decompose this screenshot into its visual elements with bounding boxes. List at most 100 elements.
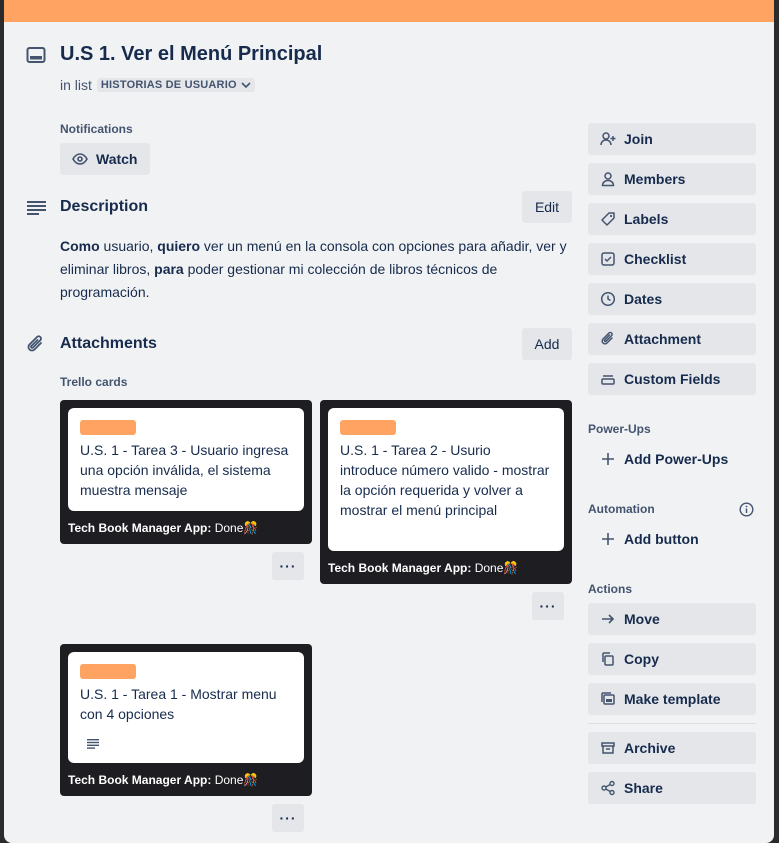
card-front: U.S. 1 - Tarea 3 - Usuario ingresa una o… bbox=[68, 408, 304, 511]
confetti-icon: 🎊 bbox=[243, 773, 259, 787]
add-member-icon bbox=[600, 131, 616, 147]
add-powerups-label: Add Power-Ups bbox=[624, 451, 729, 467]
more-options-button[interactable]: ··· bbox=[272, 552, 304, 580]
actions-label: Actions bbox=[588, 582, 633, 596]
checklist-label: Checklist bbox=[624, 251, 687, 267]
in-list-prefix: in list bbox=[60, 77, 92, 93]
desc-text-1: usuario, bbox=[99, 238, 158, 254]
custom-fields-icon bbox=[600, 371, 616, 387]
custom-fields-label: Custom Fields bbox=[624, 371, 721, 387]
copy-icon bbox=[600, 651, 616, 667]
archive-button[interactable]: Archive bbox=[588, 732, 756, 764]
add-button-label: Add button bbox=[624, 531, 699, 547]
attached-card-2[interactable]: U.S. 1 - Tarea 2 - Usurio introduce núme… bbox=[320, 400, 572, 584]
add-powerups-button[interactable]: Add Power-Ups bbox=[588, 443, 756, 475]
add-attachment-button[interactable]: Add bbox=[522, 328, 572, 360]
members-button[interactable]: Members bbox=[588, 163, 756, 195]
board-name: Tech Book Manager App: bbox=[328, 561, 472, 575]
desc-word-2: quiero bbox=[157, 238, 201, 254]
join-label: Join bbox=[624, 131, 653, 147]
archive-icon bbox=[600, 740, 616, 756]
description-indicator-icon bbox=[87, 739, 99, 749]
list-name-dropdown[interactable]: HISTORIAS DE USUARIO bbox=[96, 78, 255, 92]
attached-card-title: U.S. 1 - Tarea 2 - Usurio introduce núme… bbox=[340, 442, 550, 518]
list-status: Done bbox=[214, 773, 244, 787]
attachment-label: Attachment bbox=[624, 331, 702, 347]
add-automation-button[interactable]: Add button bbox=[588, 523, 756, 555]
trello-cards-label: Trello cards bbox=[60, 375, 128, 389]
template-icon bbox=[600, 691, 616, 707]
card-icon bbox=[26, 46, 46, 64]
arrow-right-icon bbox=[600, 611, 616, 627]
powerups-label: Power-Ups bbox=[588, 422, 651, 436]
join-button[interactable]: Join bbox=[588, 123, 756, 155]
automation-label: Automation bbox=[588, 502, 655, 516]
labels-button[interactable]: Labels bbox=[588, 203, 756, 235]
attached-card-1[interactable]: U.S. 1 - Tarea 3 - Usuario ingresa una o… bbox=[60, 400, 312, 544]
notifications-label: Notifications bbox=[60, 122, 133, 136]
label-bar bbox=[340, 420, 396, 435]
checkbox-icon bbox=[600, 251, 616, 267]
make-template-button[interactable]: Make template bbox=[588, 683, 756, 715]
edit-description-button[interactable]: Edit bbox=[522, 191, 572, 223]
desc-word-3: para bbox=[154, 261, 184, 277]
card-front: U.S. 1 - Tarea 1 - Mostrar menu con 4 op… bbox=[68, 652, 304, 763]
attached-card-board: Tech Book Manager App: Done🎊 bbox=[68, 521, 258, 535]
plus-icon bbox=[600, 451, 616, 467]
share-label: Share bbox=[624, 780, 663, 796]
description-text[interactable]: Como usuario, quiero ver un menú en la c… bbox=[60, 235, 572, 304]
move-button[interactable]: Move bbox=[588, 603, 756, 635]
paperclip-icon bbox=[26, 334, 46, 354]
attached-card-board: Tech Book Manager App: Done🎊 bbox=[68, 773, 258, 787]
card-title[interactable]: U.S 1. Ver el Menú Principal bbox=[60, 43, 322, 66]
attachments-heading: Attachments bbox=[60, 335, 157, 352]
share-button[interactable]: Share bbox=[588, 772, 756, 804]
copy-button[interactable]: Copy bbox=[588, 643, 756, 675]
move-label: Move bbox=[624, 611, 660, 627]
description-icon bbox=[26, 199, 46, 215]
in-list-info: in list HISTORIAS DE USUARIO bbox=[60, 77, 255, 93]
watch-button[interactable]: Watch bbox=[60, 143, 150, 175]
clock-icon bbox=[600, 291, 616, 307]
info-icon[interactable] bbox=[738, 501, 754, 517]
list-name: HISTORIAS DE USUARIO bbox=[100, 79, 237, 91]
paperclip-icon bbox=[600, 331, 616, 347]
dates-button[interactable]: Dates bbox=[588, 283, 756, 315]
plus-icon bbox=[600, 531, 616, 547]
card-cover[interactable] bbox=[4, 0, 774, 22]
attachment-button[interactable]: Attachment bbox=[588, 323, 756, 355]
attached-card-title: U.S. 1 - Tarea 1 - Mostrar menu con 4 op… bbox=[80, 686, 277, 722]
card-detail-modal: U.S 1. Ver el Menú Principal in list HIS… bbox=[4, 0, 774, 843]
checklist-button[interactable]: Checklist bbox=[588, 243, 756, 275]
archive-label: Archive bbox=[624, 740, 676, 756]
more-options-button[interactable]: ··· bbox=[532, 592, 564, 620]
eye-icon bbox=[72, 153, 88, 165]
tag-icon bbox=[600, 211, 616, 227]
watch-label: Watch bbox=[96, 151, 138, 167]
person-icon bbox=[600, 171, 616, 187]
confetti-icon: 🎊 bbox=[243, 521, 259, 535]
label-bar bbox=[80, 664, 136, 679]
dates-label: Dates bbox=[624, 291, 663, 307]
attached-card-board: Tech Book Manager App: Done🎊 bbox=[328, 561, 518, 575]
list-status: Done bbox=[474, 561, 504, 575]
share-icon bbox=[600, 780, 616, 796]
members-label: Members bbox=[624, 171, 686, 187]
description-heading: Description bbox=[60, 198, 149, 215]
make-template-label: Make template bbox=[624, 691, 721, 707]
card-front: U.S. 1 - Tarea 2 - Usurio introduce núme… bbox=[328, 408, 564, 551]
attached-card-title: U.S. 1 - Tarea 3 - Usuario ingresa una o… bbox=[80, 442, 289, 498]
label-bar bbox=[80, 420, 136, 435]
list-status: Done bbox=[214, 521, 244, 535]
more-options-button[interactable]: ··· bbox=[272, 804, 304, 832]
custom-fields-button[interactable]: Custom Fields bbox=[588, 363, 756, 395]
chevron-down-icon bbox=[241, 81, 251, 89]
desc-word-1: Como bbox=[60, 238, 100, 254]
divider bbox=[588, 723, 756, 724]
attached-card-3[interactable]: U.S. 1 - Tarea 1 - Mostrar menu con 4 op… bbox=[60, 644, 312, 796]
board-name: Tech Book Manager App: bbox=[68, 521, 212, 535]
copy-label: Copy bbox=[624, 651, 659, 667]
confetti-icon: 🎊 bbox=[503, 561, 519, 575]
board-name: Tech Book Manager App: bbox=[68, 773, 212, 787]
labels-label: Labels bbox=[624, 211, 669, 227]
